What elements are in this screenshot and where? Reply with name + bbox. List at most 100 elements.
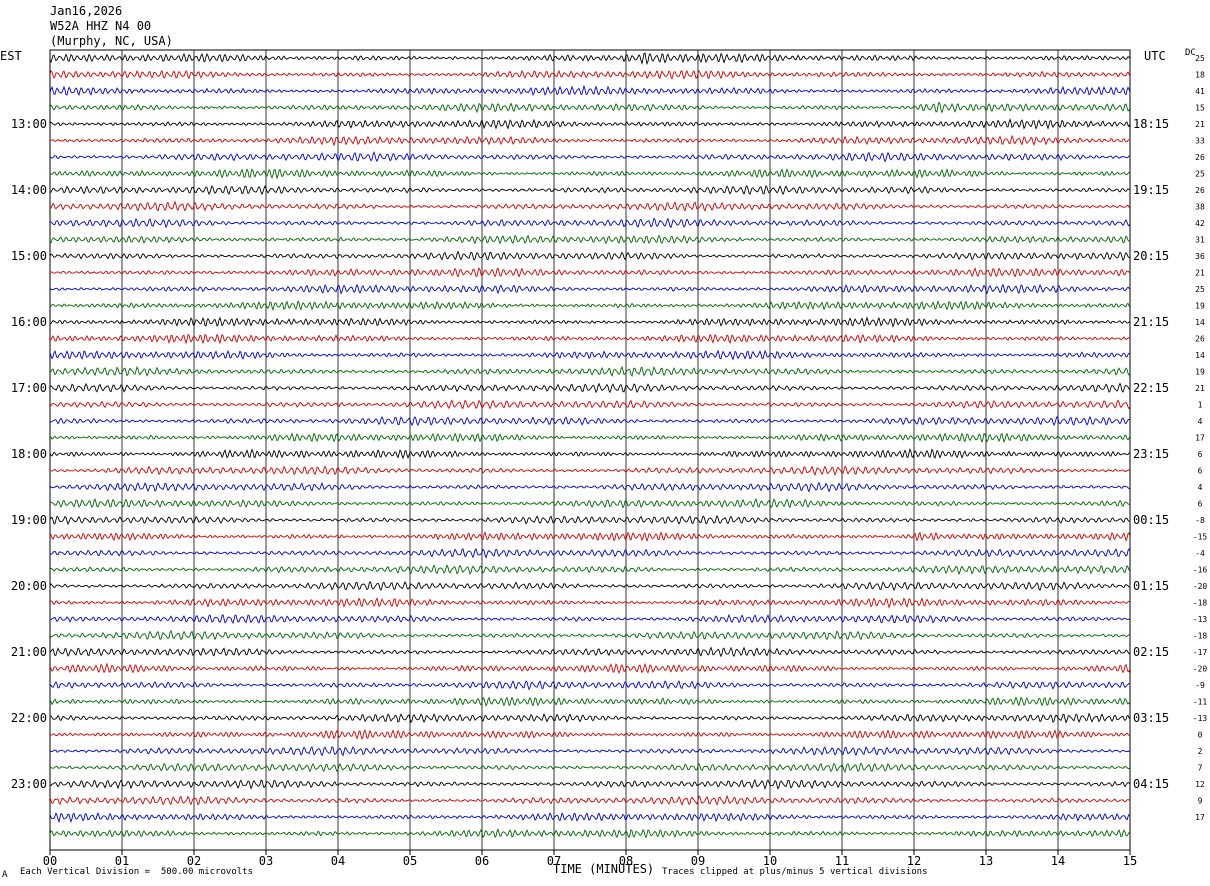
est-hour-label: 22:00 — [11, 711, 47, 725]
seismic-trace — [49, 267, 1131, 278]
dc-offset-label: -20 — [1193, 665, 1208, 674]
dc-offset-label: 9 — [1198, 797, 1203, 806]
seismic-trace — [49, 680, 1131, 691]
dc-offset-label: 14 — [1195, 351, 1205, 360]
dc-offset-label: 15 — [1195, 104, 1205, 113]
dc-offset-label: 1 — [1198, 401, 1203, 410]
dc-offset-label: -9 — [1195, 681, 1205, 690]
seismic-trace — [49, 828, 1131, 839]
est-hour-label: 21:00 — [11, 645, 47, 659]
dc-offset-label: 41 — [1195, 87, 1205, 96]
seismic-trace — [49, 497, 1131, 509]
utc-hour-label: 03:15 — [1133, 711, 1169, 725]
est-hour-label: 19:00 — [11, 513, 47, 527]
dc-offset-label: -8 — [1195, 516, 1205, 525]
seismic-trace — [49, 168, 1131, 180]
x-tick-label: 00 — [43, 854, 57, 868]
dc-offset-label: 26 — [1195, 335, 1205, 344]
utc-hour-label: 01:15 — [1133, 579, 1169, 593]
seismic-trace — [49, 316, 1131, 328]
dc-offset-label: 42 — [1195, 219, 1205, 228]
seismic-trace — [49, 662, 1131, 674]
est-hour-label: 13:00 — [11, 117, 47, 131]
x-tick-label: 03 — [259, 854, 273, 868]
dc-offset-label: -20 — [1193, 582, 1208, 591]
dc-offset-label: -11 — [1193, 698, 1208, 707]
x-tick-label: 14 — [1051, 854, 1065, 868]
x-tick-label: 11 — [835, 854, 849, 868]
utc-hour-label: 19:15 — [1133, 183, 1169, 197]
seismic-trace — [49, 646, 1131, 658]
dc-offset-label: 0 — [1198, 731, 1203, 740]
est-hour-label: 16:00 — [11, 315, 47, 329]
seismic-trace — [49, 613, 1131, 625]
seismic-trace — [49, 712, 1131, 724]
seismic-trace — [49, 794, 1131, 806]
dc-offset-label: 21 — [1195, 120, 1205, 129]
utc-hour-label: 04:15 — [1133, 777, 1169, 791]
dc-offset-label: 19 — [1195, 302, 1205, 311]
dc-offset-label: 21 — [1195, 269, 1205, 278]
dc-offset-label: 4 — [1198, 483, 1203, 492]
seismic-trace — [49, 778, 1131, 790]
seismic-trace — [49, 101, 1131, 114]
dc-offset-label: 6 — [1198, 500, 1203, 509]
dc-offset-label: 17 — [1195, 434, 1205, 443]
dc-offset-label: -13 — [1193, 714, 1208, 723]
seismic-trace — [49, 69, 1131, 80]
utc-hour-label: 00:15 — [1133, 513, 1169, 527]
seismic-trace — [49, 118, 1131, 130]
seismic-trace — [49, 184, 1131, 196]
seismic-trace — [49, 481, 1131, 493]
seismic-trace — [49, 151, 1131, 163]
dc-offset-label: 25 — [1195, 285, 1205, 294]
dc-offset-label: 14 — [1195, 318, 1205, 327]
dc-offset-label: 26 — [1195, 186, 1205, 195]
seismic-trace — [49, 514, 1131, 526]
est-hour-label: 14:00 — [11, 183, 47, 197]
est-hour-label: 18:00 — [11, 447, 47, 461]
x-tick-label: 09 — [691, 854, 705, 868]
dc-offset-label: -13 — [1193, 615, 1208, 624]
utc-hour-label: 22:15 — [1133, 381, 1169, 395]
dc-offset-label: 17 — [1195, 813, 1205, 822]
x-tick-label: 10 — [763, 854, 777, 868]
est-hour-label: 17:00 — [11, 381, 47, 395]
seismic-trace — [49, 531, 1131, 543]
x-tick-label: 15 — [1123, 854, 1137, 868]
seismic-trace — [49, 547, 1131, 559]
x-axis-label: TIME (MINUTES) — [553, 862, 655, 876]
seismic-trace — [49, 200, 1131, 213]
x-tick-label: 02 — [187, 854, 201, 868]
dc-offset-label: -18 — [1193, 599, 1208, 608]
utc-hour-label: 23:15 — [1133, 447, 1169, 461]
x-tick-label: 12 — [907, 854, 921, 868]
corner-mark: A — [2, 870, 8, 880]
dc-offset-label: 25 — [1195, 170, 1205, 179]
seismic-trace — [49, 134, 1131, 147]
seismic-trace — [49, 365, 1131, 378]
seismic-trace — [49, 465, 1131, 477]
dc-offset-label: 2 — [1198, 747, 1203, 756]
dc-offset-label: 33 — [1195, 137, 1205, 146]
dc-offset-label: 12 — [1195, 780, 1205, 789]
dc-offset-label: 38 — [1195, 203, 1205, 212]
x-tick-label: 13 — [979, 854, 993, 868]
seismic-trace — [49, 382, 1131, 394]
dc-offset-label: 26 — [1195, 153, 1205, 162]
x-tick-label: 05 — [403, 854, 417, 868]
dc-offset-label: -4 — [1195, 549, 1205, 558]
seismic-trace — [49, 399, 1131, 410]
dc-offset-label: 6 — [1198, 450, 1203, 459]
dc-offset-label: 21 — [1195, 384, 1205, 393]
dc-offset-label: -16 — [1193, 566, 1208, 575]
seismic-trace — [49, 564, 1131, 576]
seismic-trace — [49, 300, 1131, 312]
dc-offset-label: 18 — [1195, 71, 1205, 80]
seismic-trace — [49, 762, 1131, 774]
seismic-trace — [49, 84, 1131, 96]
clip-note: Traces clipped at plus/minus 5 vertical … — [662, 867, 928, 877]
seismic-trace — [49, 415, 1131, 427]
utc-hour-label: 18:15 — [1133, 117, 1169, 131]
seismic-trace — [49, 234, 1131, 245]
